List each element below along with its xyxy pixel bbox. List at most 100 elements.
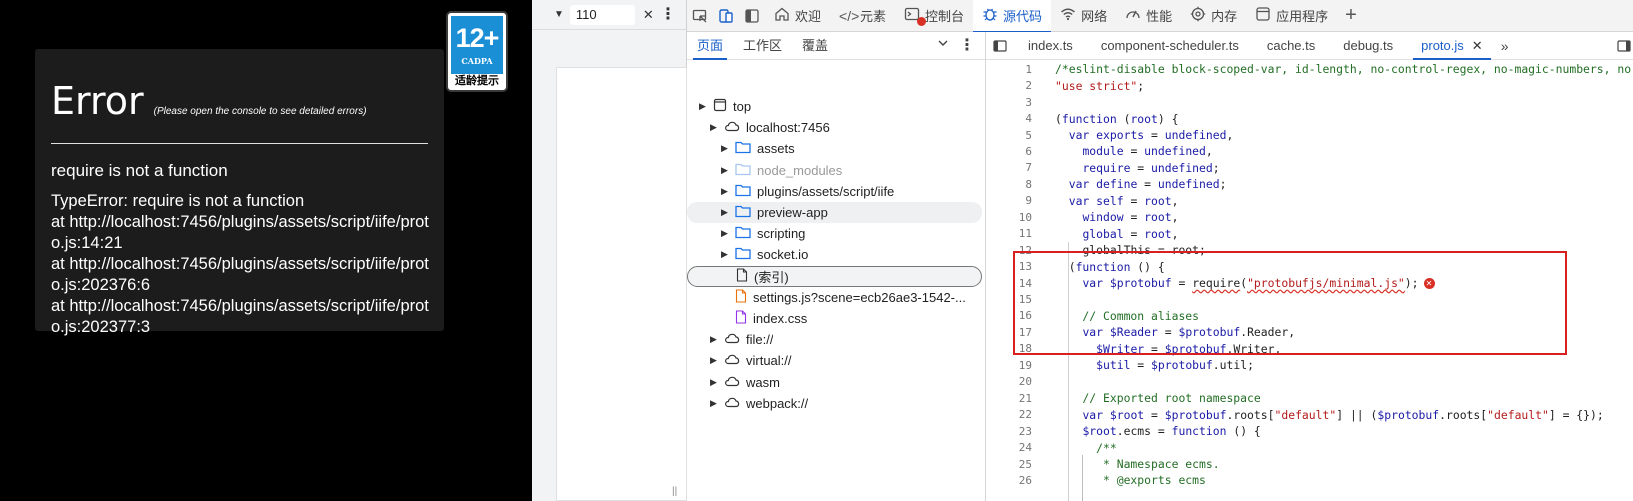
tree-item[interactable]: ▶ scripting bbox=[687, 223, 982, 244]
expand-arrow-icon[interactable]: ▶ bbox=[721, 207, 731, 218]
folder-icon bbox=[735, 162, 751, 179]
line-number[interactable]: 23 bbox=[986, 425, 1032, 438]
file-tab[interactable]: component-scheduler.ts bbox=[1087, 32, 1253, 60]
file-tab[interactable]: cache.ts bbox=[1253, 32, 1329, 60]
expand-arrow-icon[interactable]: ▶ bbox=[699, 101, 709, 112]
tree-item[interactable]: index.css bbox=[687, 308, 982, 329]
expand-arrow-icon[interactable]: ▶ bbox=[721, 143, 731, 154]
close-icon[interactable]: ✕ bbox=[1472, 32, 1483, 60]
expand-arrow-icon[interactable]: ▶ bbox=[721, 249, 731, 260]
line-number[interactable]: 13 bbox=[986, 260, 1032, 273]
code-editor: index.ts component-scheduler.ts cache.ts… bbox=[986, 32, 1633, 501]
line-number[interactable]: 10 bbox=[986, 211, 1032, 224]
expand-arrow-icon[interactable]: ▶ bbox=[710, 377, 720, 388]
tab-workspace[interactable]: 工作区 bbox=[733, 32, 792, 60]
tab-memory[interactable]: 内存 bbox=[1181, 0, 1246, 32]
chevron-down-icon[interactable] bbox=[937, 37, 949, 52]
line-number[interactable]: 25 bbox=[986, 458, 1032, 471]
tab-label: 性能 bbox=[1146, 9, 1173, 24]
error-message: require is not a function bbox=[51, 161, 228, 180]
line-number[interactable]: 5 bbox=[986, 129, 1032, 142]
tree-item[interactable]: (索引) bbox=[687, 265, 982, 287]
inspect-element-icon[interactable] bbox=[687, 3, 713, 29]
tree-item[interactable]: ▶ node_modules bbox=[687, 160, 982, 181]
tree-item[interactable]: ▶ plugins/assets/script/iife bbox=[687, 181, 982, 202]
line-number[interactable]: 9 bbox=[986, 194, 1032, 207]
zoom-input[interactable] bbox=[569, 4, 635, 25]
line-number[interactable]: 15 bbox=[986, 293, 1032, 306]
tab-elements[interactable]: </> 元素 bbox=[830, 0, 895, 32]
game-canvas: Error (Please open the console to see de… bbox=[0, 0, 532, 501]
expand-arrow-icon[interactable]: ▶ bbox=[721, 165, 731, 176]
code-line: 14 var $protobuf = require("protobufjs/m… bbox=[986, 275, 1633, 291]
line-number[interactable]: 11 bbox=[986, 227, 1032, 240]
tree-item[interactable]: settings.js?scene=ecb26ae3-1542-... bbox=[687, 287, 982, 308]
line-number[interactable]: 26 bbox=[986, 474, 1032, 487]
line-number[interactable]: 19 bbox=[986, 359, 1032, 372]
dock-side-icon[interactable] bbox=[739, 3, 765, 29]
line-number[interactable]: 4 bbox=[986, 112, 1032, 125]
caret-down-icon[interactable]: ▼ bbox=[554, 9, 564, 20]
line-number[interactable]: 16 bbox=[986, 309, 1032, 322]
tab-page[interactable]: 页面 bbox=[687, 32, 733, 60]
tab-overrides[interactable]: 覆盖 bbox=[792, 32, 838, 60]
line-number[interactable]: 22 bbox=[986, 408, 1032, 421]
close-icon[interactable]: ✕ bbox=[643, 7, 654, 23]
expand-arrow-icon[interactable]: ▶ bbox=[710, 334, 720, 345]
file-navigator: 页面 工作区 覆盖 ⋮ ▶ top ▶ localhost:7456 ▶ assets ▶ n… bbox=[687, 32, 986, 501]
line-number[interactable]: 24 bbox=[986, 441, 1032, 454]
file-tab-active[interactable]: proto.js ✕ bbox=[1407, 32, 1497, 60]
more-vert-icon[interactable]: ⋮ bbox=[959, 35, 975, 55]
error-icon[interactable]: ✕ bbox=[1423, 278, 1435, 290]
tree-item[interactable]: ▶ assets bbox=[687, 138, 982, 159]
resize-handle[interactable]: || bbox=[672, 486, 677, 497]
more-tabs-icon[interactable]: » bbox=[1497, 38, 1509, 54]
tree-item[interactable]: ▶ file:// bbox=[687, 329, 982, 350]
file-tab[interactable]: index.ts bbox=[1014, 32, 1087, 60]
code-text: (function () { bbox=[1055, 259, 1165, 274]
toggle-debugger-icon[interactable] bbox=[1617, 39, 1631, 56]
tab-label: 应用程序 bbox=[1276, 9, 1329, 24]
line-number[interactable]: 2 bbox=[986, 79, 1032, 92]
line-number[interactable]: 3 bbox=[986, 96, 1032, 109]
line-number[interactable]: 1 bbox=[986, 63, 1032, 76]
expand-arrow-icon[interactable]: ▶ bbox=[710, 355, 720, 366]
expand-arrow-icon[interactable]: ▶ bbox=[721, 186, 731, 197]
expand-arrow-icon[interactable]: ▶ bbox=[721, 228, 731, 239]
tab-label: 控制台 bbox=[925, 9, 965, 24]
tree-item[interactable]: ▶ socket.io bbox=[687, 244, 982, 265]
more-vert-icon[interactable]: ⋮ bbox=[660, 4, 676, 24]
line-number[interactable]: 14 bbox=[986, 277, 1032, 290]
tab-welcome[interactable]: 欢迎 bbox=[765, 0, 830, 32]
file-tab[interactable]: debug.ts bbox=[1329, 32, 1407, 60]
device-toolbar-icon[interactable] bbox=[713, 3, 739, 29]
tab-console[interactable]: 控制台 bbox=[895, 0, 973, 32]
line-number[interactable]: 8 bbox=[986, 178, 1032, 191]
line-number[interactable]: 7 bbox=[986, 161, 1032, 174]
code-area[interactable]: 1 /*eslint-disable block-scoped-var, id-l… bbox=[986, 60, 1633, 501]
cloud-icon bbox=[724, 375, 740, 390]
line-number[interactable]: 12 bbox=[986, 244, 1032, 257]
tree-item[interactable]: ▶ virtual:// bbox=[687, 350, 982, 371]
tree-item[interactable]: ▶ webpack:// bbox=[687, 393, 982, 414]
preview-canvas bbox=[556, 67, 687, 501]
tab-performance[interactable]: 性能 bbox=[1116, 0, 1181, 32]
line-number[interactable]: 6 bbox=[986, 145, 1032, 158]
folder-icon bbox=[735, 204, 751, 221]
tab-application[interactable]: 应用程序 bbox=[1246, 0, 1337, 32]
line-number[interactable]: 18 bbox=[986, 342, 1032, 355]
toggle-sidebar-icon[interactable] bbox=[986, 32, 1014, 60]
expand-arrow-icon[interactable]: ▶ bbox=[710, 122, 720, 133]
line-number[interactable]: 20 bbox=[986, 375, 1032, 388]
tab-network[interactable]: 网络 bbox=[1051, 0, 1116, 32]
add-tab-icon[interactable]: + bbox=[1337, 4, 1365, 27]
tree-item[interactable]: ▶ top bbox=[687, 96, 982, 117]
line-number[interactable]: 21 bbox=[986, 392, 1032, 405]
tree-item[interactable]: ▶ wasm bbox=[687, 372, 982, 393]
expand-arrow-icon[interactable]: ▶ bbox=[710, 398, 720, 409]
line-number[interactable]: 17 bbox=[986, 326, 1032, 339]
tree-item[interactable]: ▶ localhost:7456 bbox=[687, 117, 982, 138]
tree-item[interactable]: ▶ preview-app bbox=[687, 202, 982, 223]
tree-item-label: localhost:7456 bbox=[746, 120, 830, 136]
tab-sources[interactable]: 源代码 bbox=[973, 0, 1052, 33]
